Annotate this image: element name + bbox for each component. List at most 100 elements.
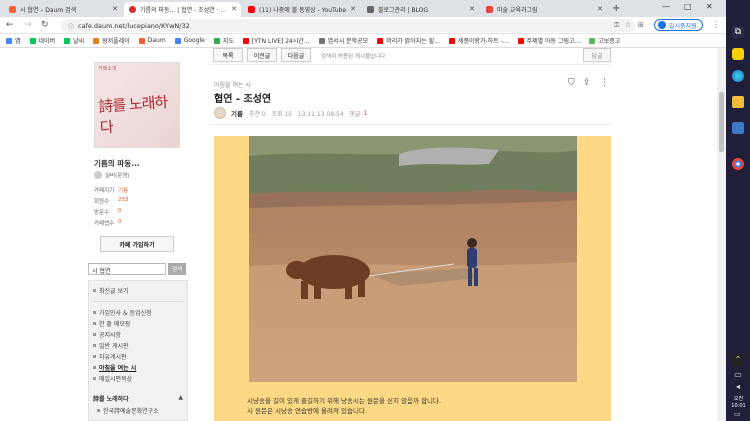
menu-all-posts[interactable]: 최신글 보기 [93,285,129,296]
address-bar[interactable]: ⓘ cafe.daum.net/lucepiano/KYwN/32 [60,19,635,32]
bookmarks-bar: 앱 네이버 날씨 왕저플레이 Daum Google 지도 [YTN LIVE]… [0,34,726,48]
tab-art[interactable]: 미술 교육과그림 ✕ [481,2,607,17]
menu-section-header[interactable]: 詩를 노래하다 ▲ [93,394,183,403]
notification-icon[interactable]: ▭ [734,410,741,418]
bookmark-label: 세종이랑가-하트 -... [457,38,509,45]
bookmark-item[interactable]: 지도 [213,36,234,45]
scrollbar-thumb[interactable] [719,92,724,152]
member-name: 실버(운영) [105,173,130,179]
tab-title: 시 협연 – Daum 검색 [20,7,77,14]
prev-post-button[interactable]: 이전글 [247,48,277,62]
new-tab-button[interactable]: + [612,3,620,14]
bookmark-label: [YTN LIVE] 24시간... [251,38,310,45]
bookmark-item[interactable]: Google [174,37,205,44]
art-favicon-icon [486,6,493,13]
back-arrow-icon[interactable]: ← [6,20,14,30]
menu-divider [93,301,183,302]
tab-cafe-article[interactable]: 기름의 파동... | 협연 - 조성연 · ... ✕ [124,2,241,17]
minimize-button[interactable]: — [662,2,670,11]
bookmark-item[interactable]: 주제별 아동 그림고... [517,36,580,45]
menu-item[interactable]: 가입인사 & 등업신청 [93,307,152,318]
blog-favicon-icon [367,6,374,13]
stat-value[interactable]: 기름 [118,186,128,197]
menu-item[interactable]: 자유게시판 [93,351,152,362]
tab-youtube[interactable]: (11) 나중에 볼 동영상 - YouTube ✕ [243,2,360,17]
menu-item[interactable]: 매일시편묵상 [93,373,152,384]
page-scrollbar[interactable] [717,48,726,421]
tab-title: 미술 교육과그림 [497,7,538,14]
collapse-arrow-icon[interactable]: ▲ [178,394,183,403]
edge-icon[interactable] [732,70,744,82]
profile-paused-button[interactable]: 일시중지됨 [654,19,703,31]
store-icon[interactable] [732,122,744,134]
clock[interactable]: 오전 10:01 [727,396,750,410]
close-tab-icon[interactable]: ✕ [469,5,475,13]
menu-item-active[interactable]: 아침을 여는 시 [93,362,152,373]
share-icon[interactable]: ⇪ [583,78,591,88]
chrome-icon[interactable] [732,158,744,170]
forward-arrow-icon[interactable]: → [24,20,32,30]
bookmark-item[interactable]: 날씨 [64,36,84,45]
menu-item[interactable]: 한 줄 메모장 [93,318,152,329]
tab-blog[interactable]: 블로그관리 | BLOG ✕ [362,2,479,17]
network-icon[interactable]: ▭ [732,370,744,382]
close-tab-icon[interactable]: ✕ [350,5,356,13]
bookmark-item[interactable]: 머리가 맑아지는 힐... [377,36,440,45]
bullet-icon [93,333,96,336]
bookmark-item[interactable]: 고보증고 [589,36,620,45]
article-photo [249,136,577,382]
bullet-icon [93,322,96,325]
file-explorer-icon[interactable] [732,96,744,108]
close-tab-icon[interactable]: ✕ [231,5,237,13]
close-tab-icon[interactable]: ✕ [597,5,603,13]
bookmark-star-icon[interactable]: ☆ [625,21,631,29]
cafe-name[interactable]: 기름의 파동... [94,158,140,169]
bookmark-item[interactable]: 네이버 [29,36,55,45]
tray-chevron-icon[interactable]: ⌃ [732,355,744,367]
author-avatar[interactable] [214,107,226,119]
volume-icon[interactable]: ◂ [732,382,744,394]
close-tab-icon[interactable]: ✕ [112,5,118,13]
menu-item[interactable]: 공지사항 [93,329,152,340]
bookmark-item[interactable]: 앱 [6,36,21,45]
cafe-search-button[interactable]: 검색 [168,263,186,275]
bookmark-item[interactable]: Daum [138,37,166,44]
youtube-icon [242,37,249,44]
bullet-icon [93,366,96,369]
info-icon[interactable]: ⓘ [68,22,74,31]
comment-count[interactable]: 1 [363,110,367,117]
bookmark-item[interactable]: 엽서시 문학공모 [318,36,368,45]
bullet-icon [93,344,96,347]
task-view-icon[interactable]: ⧉ [732,26,744,38]
apps-icon [6,37,12,44]
bookmark-item[interactable]: 세종이랑가-하트 -... [448,36,509,45]
list-button[interactable]: 목록 [213,48,243,62]
more-options-icon[interactable]: ⋮ [600,78,609,88]
key-icon[interactable]: ⚿ [614,21,619,30]
cafe-search-input[interactable]: 시 협연 [88,263,166,275]
menu-item[interactable]: 일반 게시판 [93,340,152,351]
menu-panel: 최신글 보기 가입인사 & 등업신청 한 줄 메모장 공지사항 일반 게시판 자… [88,280,188,421]
search-box: 시 협연 검색 [88,263,188,275]
reload-icon[interactable]: ↻ [41,20,49,30]
extensions-icon[interactable]: ⊞ [638,21,644,29]
close-window-button[interactable]: ✕ [706,2,713,11]
author-name[interactable]: 기름 [231,108,243,118]
cafe-sidebar: 카페소개 詩를 노래하다 기름의 파동... 실버(운영) 카페지기 기름 회원수… [88,48,188,421]
menu-kebab-icon[interactable]: ⋮ [712,20,720,29]
article-category[interactable]: 아침을 여는 시 [214,80,251,89]
bookmark-item[interactable]: [YTN LIVE] 24시간... [242,36,310,45]
taskbar: ⧉ ⌃ ▭ ◂ 오전 10:01 ▭ [726,0,750,421]
maximize-button[interactable]: □ [684,2,692,11]
bookmark-item[interactable]: 왕저플레이 [93,36,130,45]
reply-button[interactable]: 답글 [583,48,611,62]
bullet-icon [93,377,96,380]
bookmark-label: 왕저플레이 [102,38,130,45]
tab-daum-search[interactable]: 시 협연 – Daum 검색 ✕ [4,2,122,17]
bookmark-icon[interactable]: ⛉ [568,78,575,88]
youtube-icon [377,37,384,44]
kakaotalk-icon[interactable] [732,48,744,60]
join-cafe-button[interactable]: 카페 가입하기 [100,236,174,252]
next-post-button[interactable]: 다음글 [281,48,311,62]
menu-item[interactable]: 한국詩예술문화연구소 [97,405,159,416]
